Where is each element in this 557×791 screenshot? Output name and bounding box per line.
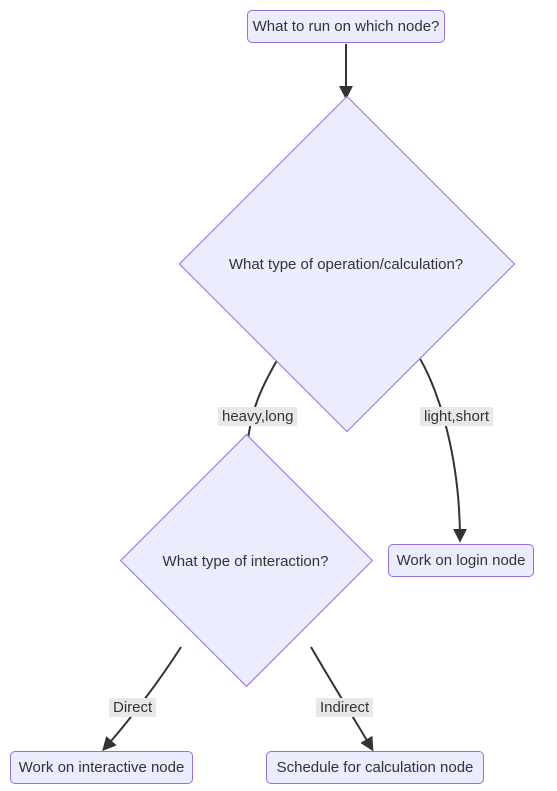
node-login-label: Work on login node <box>397 552 526 569</box>
edge-label-indirect: Indirect <box>316 698 373 717</box>
node-login: Work on login node <box>388 544 534 577</box>
node-start: What to run on which node? <box>247 10 445 43</box>
node-interactive: Work on interactive node <box>10 751 193 784</box>
node-schedule: Schedule for calculation node <box>266 751 484 784</box>
node-decision-interaction-label: What type of interaction? <box>150 551 341 571</box>
node-start-label: What to run on which node? <box>253 18 440 35</box>
edge-label-direct: Direct <box>109 698 156 717</box>
node-decision-operation-label: What type of operation/calculation? <box>210 254 482 274</box>
edge-label-light: light,short <box>420 407 493 426</box>
edge-label-heavy: heavy,long <box>218 407 297 426</box>
node-interactive-label: Work on interactive node <box>19 759 185 776</box>
node-schedule-label: Schedule for calculation node <box>277 759 474 776</box>
flowchart-edges <box>0 0 557 791</box>
